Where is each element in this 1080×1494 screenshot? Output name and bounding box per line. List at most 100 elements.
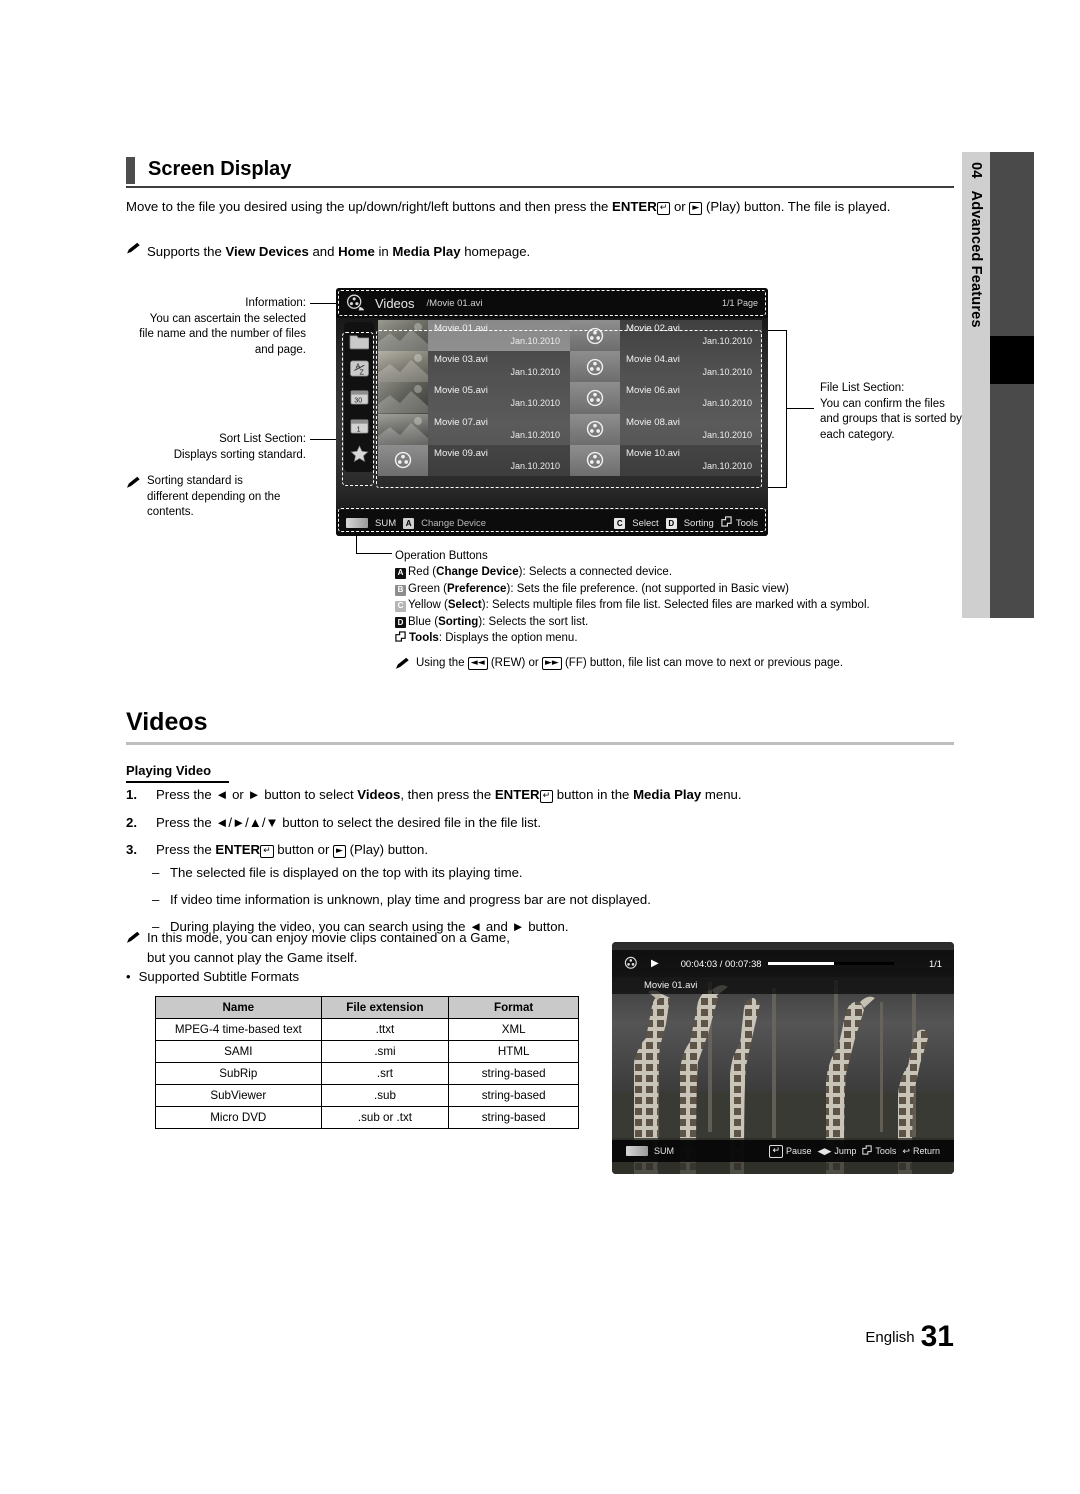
leader-bracket-filelist-out bbox=[786, 408, 814, 410]
callout-sort-note-text: Sorting standard is different depending … bbox=[147, 474, 280, 521]
cell-name: SAMI bbox=[155, 1040, 322, 1063]
game-note-text: In this mode, you can enjoy movie clips … bbox=[147, 928, 510, 968]
d-button-badge[interactable]: D bbox=[665, 517, 677, 529]
tv-page-indicator: 1/1 Page bbox=[721, 298, 758, 308]
playing-video-steps: 1. Press the ◄ or ► button to select Vid… bbox=[126, 786, 954, 869]
file-date: Jan.10.2010 bbox=[510, 398, 560, 409]
file-list-item[interactable]: Movie 07.avi Jan.10.2010 bbox=[378, 413, 570, 445]
step1-videos-bold: Videos bbox=[357, 787, 401, 802]
intro-text-c: (Play) button. The file is played. bbox=[702, 199, 891, 214]
file-name: Movie 06.avi bbox=[626, 385, 680, 397]
playing-video-label: Playing Video bbox=[126, 763, 212, 778]
cell-format: HTML bbox=[448, 1040, 579, 1063]
cell-format: string-based bbox=[448, 1062, 579, 1085]
step-3-text: Press the ENTER ↵ button or ► (Play) butt… bbox=[156, 842, 429, 858]
file-list-item[interactable]: Movie 10.avi Jan.10.2010 bbox=[570, 444, 762, 476]
return-entry[interactable]: ↩ Return bbox=[902, 1146, 940, 1157]
file-list-section[interactable]: Movie 01.avi Jan.10.2010 Movie 02.avi Jan.1… bbox=[378, 320, 762, 476]
play-key-icon: ► bbox=[689, 202, 703, 215]
cell-extension: .srt bbox=[320, 1062, 450, 1085]
a-button-badge[interactable]: A bbox=[403, 517, 415, 529]
callout-filelist-l3: and groups that is sorted by bbox=[820, 413, 962, 425]
film-reel-icon bbox=[570, 320, 620, 352]
subheading-underline bbox=[126, 781, 229, 783]
folder-icon[interactable] bbox=[349, 331, 370, 350]
c-button-badge: C bbox=[395, 600, 406, 612]
tv-operation-bar: SUM A Change Device C Select D Sorting T… bbox=[336, 510, 768, 536]
calendar-day-icon[interactable]: 1 bbox=[349, 416, 370, 435]
film-reel-icon bbox=[346, 294, 366, 312]
tools-entry[interactable]: Tools bbox=[721, 516, 758, 530]
video-thumbnail bbox=[378, 382, 428, 414]
step-2-text: Press the ◄/►/▲/▼ button to select the d… bbox=[156, 814, 542, 830]
file-date: Jan.10.2010 bbox=[702, 398, 752, 409]
section-heading: Screen Display bbox=[126, 155, 954, 188]
step-3: 3. Press the ENTER ↵ button or ► (Play) b… bbox=[126, 841, 954, 859]
enter-key-icon: ↵ bbox=[260, 845, 274, 858]
progress-bar[interactable] bbox=[767, 962, 894, 965]
file-date: Jan.10.2010 bbox=[702, 336, 752, 346]
enter-key-icon: ↵ bbox=[539, 790, 554, 803]
cell-format: string-based bbox=[448, 1084, 579, 1107]
enter-label: ENTER bbox=[612, 199, 657, 214]
step1-enter-bold: ENTER bbox=[494, 787, 540, 802]
change-device-label[interactable]: Change Device bbox=[421, 518, 486, 529]
calendar-month-icon[interactable]: 30 bbox=[349, 387, 370, 406]
tools-icon bbox=[395, 631, 406, 647]
th-extension: File extension bbox=[320, 996, 450, 1019]
file-list-item[interactable]: Movie 05.avi Jan.10.2010 bbox=[378, 382, 570, 414]
note-home: Home bbox=[338, 244, 375, 259]
return-label: Return bbox=[912, 1146, 940, 1156]
film-reel-icon bbox=[570, 413, 620, 445]
videos-title: Videos bbox=[126, 708, 208, 736]
tv-section-title: Videos bbox=[375, 295, 415, 311]
leader-line-operation-h bbox=[356, 553, 392, 555]
cell-extension: .sub bbox=[320, 1084, 450, 1107]
star-icon[interactable] bbox=[349, 444, 370, 463]
cell-name: Micro DVD bbox=[155, 1106, 322, 1129]
playback-operation-bar: SUM ↵ Pause ◀▶ Jump Tools ↩ Return bbox=[612, 1140, 954, 1162]
dash-note-1: – The selected file is displayed on the t… bbox=[152, 865, 523, 880]
c-button-badge[interactable]: C bbox=[614, 517, 626, 529]
cell-extension: .smi bbox=[320, 1040, 450, 1063]
note-a: Supports the bbox=[147, 244, 226, 259]
file-name: Movie 03.avi bbox=[434, 354, 488, 366]
file-list-item-info: Movie 03.avi Jan.10.2010 bbox=[428, 351, 570, 383]
footer-page-number: 31 bbox=[920, 1320, 954, 1353]
usb-device-icon bbox=[626, 1146, 648, 1156]
file-list-item[interactable]: Movie 01.avi Jan.10.2010 bbox=[378, 320, 570, 352]
dash-note-1-text: The selected file is displayed on the to… bbox=[170, 865, 523, 880]
tv-body: AZ 30 1 Movie 01.avi Jan.10.2010 Movie 02.… bbox=[336, 318, 768, 504]
dash-note-2: – If video time information is unknown, p… bbox=[152, 892, 651, 907]
pause-label: Pause bbox=[786, 1146, 812, 1156]
table-row: MPEG-4 time-based text .ttxt XML bbox=[155, 1018, 579, 1041]
cell-name: MPEG-4 time-based text bbox=[155, 1018, 322, 1041]
file-date: Jan.10.2010 bbox=[702, 460, 752, 471]
file-list-item[interactable]: Movie 09.avi Jan.10.2010 bbox=[378, 444, 570, 476]
rewff-a: Using the bbox=[416, 657, 468, 669]
footer-language: English bbox=[865, 1329, 915, 1346]
svg-text:1: 1 bbox=[356, 425, 360, 433]
tools-label: Tools bbox=[875, 1146, 897, 1156]
file-list-item[interactable]: Movie 08.avi Jan.10.2010 bbox=[570, 413, 762, 445]
jump-label: Jump bbox=[834, 1146, 857, 1156]
file-list-item[interactable]: Movie 03.avi Jan.10.2010 bbox=[378, 351, 570, 383]
file-list-item[interactable]: Movie 02.avi Jan.10.2010 bbox=[570, 320, 762, 352]
operation-row-green: B Green (Preference): Sets the file prefe… bbox=[395, 581, 955, 597]
tools-entry[interactable]: Tools bbox=[862, 1145, 896, 1157]
dash-note-2-text: If video time information is unknown, pl… bbox=[170, 892, 651, 907]
op-color-red: Red bbox=[408, 566, 430, 579]
th-format: Format bbox=[448, 996, 579, 1019]
jump-entry[interactable]: ◀▶ Jump bbox=[818, 1146, 857, 1157]
select-label[interactable]: Select bbox=[632, 518, 658, 529]
op-desc-red: : Selects a connected device. bbox=[522, 566, 673, 579]
pause-entry[interactable]: ↵ Pause bbox=[769, 1144, 812, 1158]
file-list-item-info: Movie 10.avi Jan.10.2010 bbox=[620, 444, 762, 476]
alphabet-sort-icon[interactable]: AZ bbox=[349, 359, 370, 378]
callout-information-l3: file name and the number of files bbox=[139, 328, 306, 340]
supports-note-text: Supports the View Devices and Home in Me… bbox=[147, 242, 530, 262]
sorting-label[interactable]: Sorting bbox=[684, 518, 714, 529]
file-list-item[interactable]: Movie 04.avi Jan.10.2010 bbox=[570, 351, 762, 383]
file-list-item[interactable]: Movie 06.avi Jan.10.2010 bbox=[570, 382, 762, 414]
sort-list-section[interactable]: AZ 30 1 bbox=[344, 322, 374, 472]
